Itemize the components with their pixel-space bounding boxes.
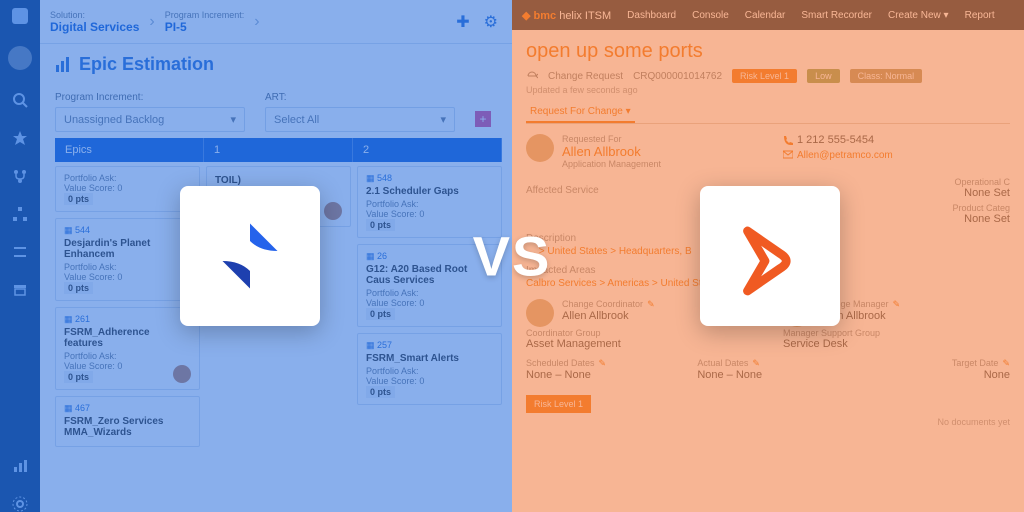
chart-icon[interactable]	[12, 458, 28, 474]
vs-text: VS	[473, 224, 552, 289]
col-epics[interactable]: Epics	[55, 138, 204, 162]
requested-for: Requested For Allen Allbrook Application…	[526, 134, 753, 169]
chevron-down-icon: ▾	[440, 113, 446, 126]
crumb-solution[interactable]: Solution: Digital Services	[50, 10, 139, 34]
epic-card[interactable]: Portfolio Ask: Value Score: 0 0 pts	[55, 166, 200, 212]
pi-select[interactable]: Unassigned Backlog▾	[55, 107, 245, 132]
filter-art: ART: Select All▾	[265, 92, 455, 132]
col-1[interactable]: 1	[204, 138, 353, 162]
updated-ago: Updated a few seconds ago	[526, 85, 1010, 95]
change-icon	[526, 70, 538, 82]
archive-icon[interactable]	[12, 282, 28, 298]
epic-card[interactable]: ▦ 261 FSRM_Adherence features Portfolio …	[55, 307, 200, 390]
col-2[interactable]: 2	[353, 138, 502, 162]
nav-console[interactable]: Console	[692, 10, 729, 21]
left-nav-rail	[0, 0, 40, 512]
art-select[interactable]: Select All▾	[265, 107, 455, 132]
edit-icon[interactable]: ✎	[599, 358, 607, 368]
chevron-right-icon: ›	[250, 13, 263, 31]
edit-icon[interactable]: ✎	[752, 358, 760, 368]
jira-logo-badge	[180, 186, 320, 326]
avatar	[526, 299, 554, 327]
gear-icon[interactable]	[12, 496, 28, 512]
nav-smart-recorder[interactable]: Smart Recorder	[801, 10, 872, 21]
filter-pi: Program Increment: Unassigned Backlog▾	[55, 92, 245, 132]
epic-card[interactable]: ▦ 257 FSRM_Smart Alerts Portfolio Ask:Va…	[357, 333, 502, 405]
branch-icon[interactable]	[12, 168, 28, 184]
brand: ◆ bmc helix ITSM	[522, 9, 611, 22]
edit-icon[interactable]: ✎	[1002, 358, 1010, 368]
chevron-down-icon: ▾	[230, 113, 236, 126]
hierarchy-icon[interactable]	[12, 206, 28, 222]
filter-bar: Program Increment: Unassigned Backlog▾ A…	[55, 92, 502, 132]
search-icon[interactable]	[12, 92, 28, 108]
priority-badge: Low	[807, 69, 840, 83]
bar-chart-icon	[55, 57, 71, 73]
class-badge: Class: Normal	[850, 69, 923, 83]
edit-icon[interactable]: ✎	[647, 299, 655, 309]
nav-reports[interactable]: Report	[965, 10, 995, 21]
gear-icon[interactable]: ⚙	[480, 12, 502, 32]
plus-icon[interactable]: ✚	[452, 12, 473, 32]
ticket-title: open up some ports	[526, 40, 1010, 63]
requester-name[interactable]: Allen Allbrook	[526, 144, 753, 159]
no-documents: No documents yet	[526, 417, 1010, 427]
phone-icon	[783, 135, 793, 145]
avatar	[526, 134, 554, 162]
add-filter-button[interactable]: +	[475, 111, 491, 127]
avatar[interactable]	[8, 46, 32, 70]
app-logo-icon	[12, 8, 28, 24]
crumb-pi[interactable]: Program Increment: PI-5	[165, 10, 245, 34]
avatar	[324, 202, 342, 220]
sliders-icon[interactable]	[12, 244, 28, 260]
nav-create[interactable]: Create New ▾	[888, 10, 949, 21]
contact-info: 1 212 555-5454 Allen@petramco.com	[783, 134, 1010, 169]
column-epics: Portfolio Ask: Value Score: 0 0 pts ▦ 54…	[55, 166, 200, 447]
top-nav: ◆ bmc helix ITSM Dashboard Console Calen…	[512, 0, 1024, 30]
bmc-logo-badge	[700, 186, 840, 326]
jira-logo-icon	[210, 216, 290, 296]
column-2: ▦ 548 2.1 Scheduler Gaps Portfolio Ask:V…	[357, 166, 502, 447]
email-link[interactable]: Allen@petramco.com	[797, 150, 893, 161]
chevron-right-icon: ›	[145, 13, 158, 31]
risk-badge: Risk Level 1	[732, 69, 797, 83]
page-title: Epic Estimation	[55, 54, 214, 75]
bmc-logo-icon	[730, 216, 810, 296]
ticket-meta: Change Request CRQ000001014762 Risk Leve…	[526, 69, 1010, 83]
nav-dashboard[interactable]: Dashboard	[627, 10, 676, 21]
column-headers: Epics 1 2	[55, 138, 502, 162]
star-icon[interactable]	[12, 130, 28, 146]
tab-request-for-change[interactable]: Request For Change ▾	[526, 106, 635, 123]
edit-icon[interactable]: ✎	[893, 299, 901, 309]
breadcrumb: Solution: Digital Services › Program Inc…	[40, 0, 512, 44]
epic-card[interactable]: ▦ 467 FSRM_Zero Services MMA_Wizards	[55, 396, 200, 447]
ticket-id[interactable]: CRQ000001014762	[633, 71, 722, 82]
nav-calendar[interactable]: Calendar	[745, 10, 786, 21]
risk-level-button[interactable]: Risk Level 1	[526, 395, 591, 413]
email-icon	[783, 150, 793, 160]
avatar	[173, 365, 191, 383]
epic-card[interactable]: ▦ 544 Desjardin's Planet Enhancem Portfo…	[55, 218, 200, 301]
